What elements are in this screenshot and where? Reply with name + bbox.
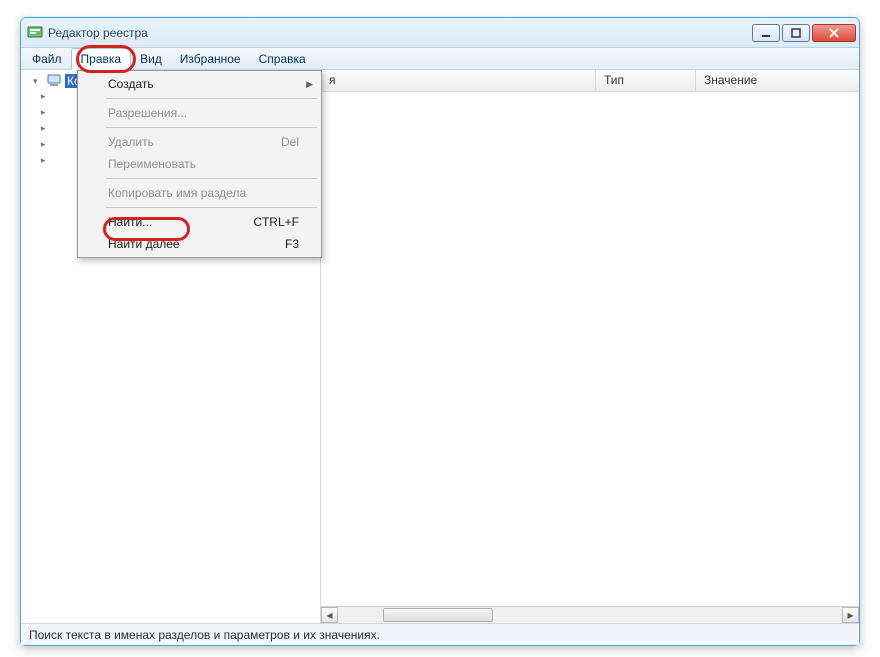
menu-item-label: Найти далее [108,237,180,251]
expand-icon[interactable]: ▸ [41,139,51,150]
minimize-button[interactable] [752,24,780,42]
menu-shortcut: F3 [285,237,299,251]
app-icon [27,25,43,41]
collapse-icon[interactable]: ▾ [33,76,43,87]
menu-shortcut: CTRL+F [253,215,299,229]
window-controls [752,24,856,42]
horizontal-scrollbar[interactable]: ◂ ▸ [321,606,859,623]
expand-icon[interactable]: ▸ [41,155,51,166]
close-button[interactable] [812,24,856,42]
menu-view[interactable]: Вид [131,48,171,69]
expand-icon[interactable]: ▸ [41,123,51,134]
registry-editor-window: Редактор реестра Файл Правка Вид Избранн… [20,17,860,646]
expand-icon[interactable]: ▸ [41,91,51,102]
maximize-button[interactable] [782,24,810,42]
menu-item-label: Создать [108,77,154,91]
menu-separator [106,207,317,208]
menu-item-delete[interactable]: Удалить Del [80,131,319,153]
menu-separator [106,127,317,128]
menu-item-label: Удалить [108,135,154,149]
submenu-arrow-icon: ▶ [306,79,313,90]
menu-item-label: Переименовать [108,157,196,171]
column-name[interactable]: я [321,70,596,91]
scroll-thumb[interactable] [383,608,493,622]
window-title: Редактор реестра [48,26,752,40]
expand-icon[interactable]: ▸ [41,107,51,118]
scroll-track[interactable] [338,607,842,623]
menu-item-find-next[interactable]: Найти далее F3 [80,233,319,255]
list-header: я Тип Значение [321,70,859,92]
menu-item-label: Найти... [108,215,152,229]
list-panel: я Тип Значение ◂ ▸ [321,70,859,623]
menu-item-label: Разрешения... [108,106,187,120]
menu-item-rename[interactable]: Переименовать [80,153,319,175]
list-body[interactable]: ◂ ▸ [321,92,859,623]
status-text: Поиск текста в именах разделов и парамет… [29,628,380,642]
menu-favorites[interactable]: Избранное [171,48,250,69]
column-type[interactable]: Тип [596,70,696,91]
client-area: ▾ Компьютер ▸ ▸ ▸ ▸ ▸ я Тип Значение [21,70,859,623]
menu-file[interactable]: Файл [23,48,71,69]
scroll-right-button[interactable]: ▸ [842,607,859,623]
column-value[interactable]: Значение [696,70,859,91]
titlebar: Редактор реестра [21,18,859,48]
statusbar: Поиск текста в именах разделов и парамет… [21,623,859,645]
menu-shortcut: Del [281,135,299,149]
menu-item-copy-key[interactable]: Копировать имя раздела [80,182,319,204]
menu-item-create[interactable]: Создать ▶ [80,73,319,95]
menu-item-find[interactable]: Найти... CTRL+F [80,211,319,233]
menu-help[interactable]: Справка [250,48,315,69]
menu-separator [106,178,317,179]
edit-dropdown-menu: Создать ▶ Разрешения... Удалить Del Пере… [77,70,322,258]
menu-separator [106,98,317,99]
computer-icon [46,74,62,88]
menu-edit[interactable]: Правка [71,48,132,70]
menubar: Файл Правка Вид Избранное Справка [21,48,859,70]
scroll-left-button[interactable]: ◂ [321,607,338,623]
menu-item-permissions[interactable]: Разрешения... [80,102,319,124]
menu-item-label: Копировать имя раздела [108,186,246,200]
